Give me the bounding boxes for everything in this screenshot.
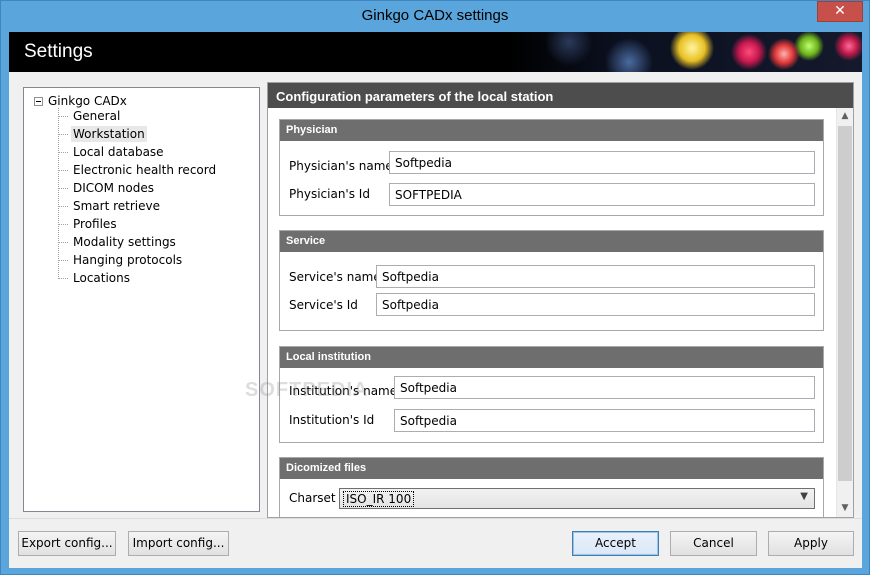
physicians-id-input[interactable] (389, 183, 815, 206)
tree-connector (58, 259, 68, 261)
service-group-title: Service (280, 231, 823, 252)
export-config-button[interactable]: Export config... (18, 531, 116, 556)
charset-label: Charset (289, 491, 336, 505)
cancel-button[interactable]: Cancel (670, 531, 757, 556)
charset-selected-value: ISO_IR 100 (343, 491, 415, 507)
charset-select[interactable]: ISO_IR 100 ▼ (339, 488, 815, 509)
physicians-name-input[interactable] (389, 151, 815, 174)
dialog-button-bar: Export config... Import config... Accept… (9, 518, 862, 568)
tree-item-workstation[interactable]: Workstation (58, 125, 147, 143)
tree-item-general[interactable]: General (58, 107, 122, 125)
config-panel: Configuration parameters of the local st… (267, 82, 854, 518)
config-panel-title: Configuration parameters of the local st… (268, 83, 853, 108)
banner-title: Settings (24, 41, 93, 62)
tree-item-label: Local database (73, 145, 164, 159)
apply-button[interactable]: Apply (768, 531, 854, 556)
tree-item-label: Modality settings (73, 235, 176, 249)
physicians-id-label: Physician's Id (289, 187, 370, 201)
chevron-down-icon: ▼ (800, 491, 808, 502)
services-name-input[interactable] (376, 265, 815, 288)
config-vertical-scrollbar[interactable]: ▲ ▼ (836, 108, 853, 517)
settings-banner: Settings (9, 32, 862, 72)
institutions-name-input[interactable] (394, 376, 815, 399)
title-bar[interactable]: Ginkgo CADx settings ✕ (1, 1, 869, 31)
physician-group-title: Physician (280, 120, 823, 141)
accept-button[interactable]: Accept (572, 531, 659, 556)
tree-item-hanging-protocols[interactable]: Hanging protocols (58, 251, 184, 269)
scroll-up-icon[interactable]: ▲ (837, 108, 853, 125)
tree-root-label: Ginkgo CADx (48, 94, 127, 108)
scroll-down-icon[interactable]: ▼ (837, 500, 853, 517)
tree-connector (58, 133, 68, 135)
tree-item-electronic-health-record[interactable]: Electronic health record (58, 161, 218, 179)
tree-item-label: General (73, 109, 121, 123)
tree-item-profiles[interactable]: Profiles (58, 215, 119, 233)
settings-window: Ginkgo CADx settings ✕ Settings Ginkgo C… (0, 0, 870, 575)
close-icon: ✕ (834, 3, 846, 19)
institutions-id-label: Institution's Id (289, 413, 375, 427)
tree-connector (58, 205, 68, 207)
tree-connector (58, 169, 68, 171)
config-scroll-area[interactable]: Physician Physician's name Physician's I… (268, 108, 853, 517)
tree-connector (58, 151, 68, 153)
bokeh-lights-image (509, 32, 862, 72)
dialog-client: Settings Ginkgo CADx General Workstation… (9, 32, 862, 568)
services-id-input[interactable] (376, 293, 815, 316)
physicians-name-label: Physician's name (289, 159, 393, 173)
services-name-label: Service's name (289, 270, 381, 284)
tree-item-label: Hanging protocols (73, 253, 183, 267)
local-institution-group-title: Local institution (280, 347, 823, 368)
tree-item-label: Locations (73, 271, 131, 285)
service-group: Service Service's name Service's Id (279, 230, 824, 331)
tree-item-label: DICOM nodes (73, 181, 154, 195)
import-config-button[interactable]: Import config... (128, 531, 229, 556)
tree-item-label: Workstation (71, 126, 147, 142)
institutions-id-input[interactable] (394, 409, 815, 432)
tree-item-label: Profiles (73, 217, 117, 231)
tree-connector (58, 187, 68, 189)
collapse-icon[interactable] (34, 96, 43, 106)
tree-item-local-database[interactable]: Local database (58, 143, 166, 161)
tree-item-modality-settings[interactable]: Modality settings (58, 233, 178, 251)
tree-item-dicom-nodes[interactable]: DICOM nodes (58, 179, 156, 197)
settings-tree[interactable]: Ginkgo CADx General Workstation Local da… (23, 87, 260, 512)
tree-item-label: Smart retrieve (73, 199, 161, 213)
tree-item-label: Electronic health record (73, 163, 217, 177)
dicomized-files-group: Dicomized files Charset ISO_IR 100 ▼ (279, 457, 824, 517)
tree-connector (58, 223, 68, 225)
physician-group: Physician Physician's name Physician's I… (279, 119, 824, 216)
close-button[interactable]: ✕ (817, 1, 863, 22)
dicomized-files-group-title: Dicomized files (280, 458, 823, 479)
tree-connector (58, 115, 68, 117)
tree-connector (58, 277, 68, 279)
window-title: Ginkgo CADx settings (361, 7, 509, 24)
softpedia-watermark: SOFTPEDIA (245, 379, 369, 401)
tree-item-locations[interactable]: Locations (58, 269, 132, 287)
tree-connector (58, 241, 68, 243)
scrollbar-thumb[interactable] (838, 126, 852, 481)
services-id-label: Service's Id (289, 298, 358, 312)
tree-item-smart-retrieve[interactable]: Smart retrieve (58, 197, 162, 215)
